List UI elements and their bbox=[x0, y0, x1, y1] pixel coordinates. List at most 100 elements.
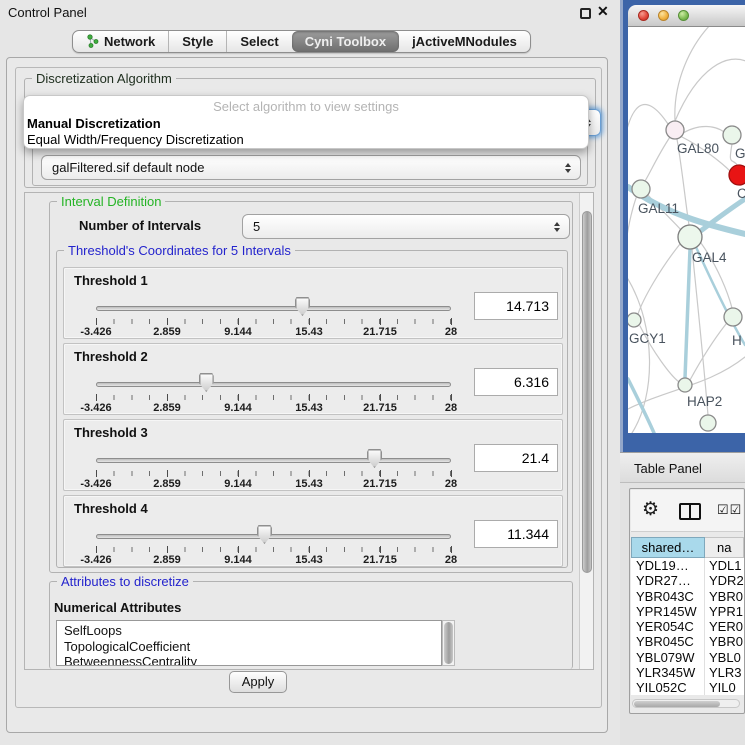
threshold-2-panel: Threshold 2 -3.4262.8599.14415.4321.7152… bbox=[63, 343, 563, 415]
tab-select[interactable]: Select bbox=[226, 31, 291, 52]
cyni-toolbox-panel: Discretization Algorithm Select algorith… bbox=[6, 57, 608, 733]
attribute-list-item[interactable]: TopologicalCoefficient bbox=[64, 639, 441, 655]
slider-track[interactable] bbox=[96, 382, 451, 387]
table-row[interactable]: YBR045CYBR0 bbox=[631, 634, 744, 649]
settings-scrollbar[interactable] bbox=[579, 193, 593, 669]
table-cell[interactable]: YBL0 bbox=[705, 650, 744, 665]
table-horizontal-scrollbar[interactable] bbox=[632, 699, 740, 708]
table-cell[interactable]: YIL052C bbox=[631, 680, 705, 695]
control-panel-window: Control Panel ✕ Network Style Select Cyn… bbox=[0, 0, 620, 745]
gear-icon[interactable]: ⚙ bbox=[642, 498, 659, 521]
network-node-label: G bbox=[735, 146, 745, 161]
columns-icon[interactable] bbox=[679, 503, 701, 520]
table-row[interactable]: YDR27…YDR2 bbox=[631, 573, 744, 588]
network-window-titlebar[interactable] bbox=[628, 5, 745, 27]
slider-track[interactable] bbox=[96, 534, 451, 539]
column-header-shared-name[interactable]: shared… bbox=[631, 537, 705, 558]
float-window-icon[interactable] bbox=[580, 8, 591, 19]
slider-handle[interactable] bbox=[257, 525, 272, 544]
scrollbar-thumb[interactable] bbox=[582, 211, 592, 573]
apply-button[interactable]: Apply bbox=[229, 671, 287, 693]
slider-handle[interactable] bbox=[295, 297, 310, 316]
threshold-2-value-field[interactable]: 6.316 bbox=[474, 368, 558, 396]
network-node[interactable] bbox=[700, 415, 716, 431]
network-node-label: GAL4 bbox=[692, 250, 727, 265]
table-cell[interactable]: YDL1 bbox=[705, 558, 744, 573]
minimize-traffic-light-icon[interactable] bbox=[658, 10, 669, 21]
table-row[interactable]: YDL19…YDL1 bbox=[631, 558, 744, 573]
network-node[interactable] bbox=[678, 225, 702, 249]
tab-jactivemnodules[interactable]: jActiveMNodules bbox=[399, 31, 530, 52]
checkbox-icons[interactable]: ☑☑ bbox=[717, 502, 742, 518]
network-node[interactable] bbox=[724, 308, 742, 326]
table-cell[interactable]: YDL19… bbox=[631, 558, 705, 573]
network-node[interactable] bbox=[678, 378, 692, 392]
network-node[interactable] bbox=[628, 313, 641, 327]
table-row[interactable]: YER054CYER0 bbox=[631, 619, 744, 634]
table-data-combobox[interactable]: galFiltered.sif default node bbox=[41, 155, 581, 180]
number-of-intervals-combobox[interactable]: 5 bbox=[242, 214, 570, 239]
tab-select-label: Select bbox=[240, 34, 278, 49]
table-cell[interactable]: YBR0 bbox=[705, 634, 744, 649]
attribute-list-item[interactable]: SelfLoops bbox=[64, 623, 441, 639]
table-cell[interactable]: YBR045C bbox=[631, 634, 705, 649]
number-of-intervals-value: 5 bbox=[253, 219, 260, 234]
slider-scale-label: 21.715 bbox=[363, 402, 397, 414]
table-cell[interactable]: YLR3 bbox=[705, 665, 744, 680]
scrollbar-thumb[interactable] bbox=[634, 701, 720, 708]
slider-scale-label: 2.859 bbox=[153, 478, 181, 490]
threshold-3-label: Threshold 3 bbox=[74, 425, 148, 440]
table-cell[interactable]: YLR345W bbox=[631, 665, 705, 680]
zoom-traffic-light-icon[interactable] bbox=[678, 10, 689, 21]
attributes-scrollbar[interactable] bbox=[442, 620, 455, 666]
slider-track[interactable] bbox=[96, 458, 451, 463]
network-canvas[interactable]: GAL80GCGAL11GAL4GCY1HHAP2 bbox=[628, 27, 745, 433]
close-traffic-light-icon[interactable] bbox=[638, 10, 649, 21]
tab-cyni-toolbox[interactable]: Cyni Toolbox bbox=[292, 31, 399, 52]
network-node[interactable] bbox=[666, 121, 684, 139]
threshold-1-value-field[interactable]: 14.713 bbox=[474, 292, 558, 320]
table-row[interactable]: YBL079WYBL0 bbox=[631, 650, 744, 665]
algorithm-option-equal-width[interactable]: Equal Width/Frequency Discretization bbox=[24, 132, 588, 148]
algorithm-option-manual[interactable]: Manual Discretization bbox=[24, 116, 588, 132]
table-row[interactable]: YPR145WYPR1 bbox=[631, 604, 744, 619]
table-cell[interactable]: YPR145W bbox=[631, 604, 705, 619]
top-tab-bar: Network Style Select Cyni Toolbox jActiv… bbox=[72, 30, 531, 53]
network-node-label: HAP2 bbox=[687, 394, 722, 409]
attribute-list-item[interactable]: BetweennessCentrality bbox=[64, 654, 441, 666]
table-body[interactable]: YDL19…YDL1YDR27…YDR2YBR043CYBR0YPR145WYP… bbox=[631, 558, 744, 695]
slider-scale-label: 21.715 bbox=[363, 554, 397, 566]
threshold-1-label: Threshold 1 bbox=[74, 273, 148, 288]
slider-handle[interactable] bbox=[199, 373, 214, 392]
threshold-4-value-field[interactable]: 11.344 bbox=[474, 520, 558, 548]
table-cell[interactable]: YDR2 bbox=[705, 573, 744, 588]
network-node[interactable] bbox=[723, 126, 741, 144]
threshold-3-value-field[interactable]: 21.4 bbox=[474, 444, 558, 472]
table-cell[interactable]: YER0 bbox=[705, 619, 744, 634]
table-cell[interactable]: YPR1 bbox=[705, 604, 744, 619]
table-row[interactable]: YIL052CYIL0 bbox=[631, 680, 744, 695]
numerical-attributes-list[interactable]: SelfLoopsTopologicalCoefficientBetweenne… bbox=[56, 620, 442, 666]
slider-handle[interactable] bbox=[367, 449, 382, 468]
table-cell[interactable]: YBR0 bbox=[705, 589, 744, 604]
slider-scale-label: 9.144 bbox=[224, 326, 252, 338]
network-node[interactable] bbox=[632, 180, 650, 198]
tab-network[interactable]: Network bbox=[73, 31, 168, 52]
table-row[interactable]: YLR345WYLR3 bbox=[631, 665, 744, 680]
table-cell[interactable]: YBR043C bbox=[631, 589, 705, 604]
tab-style-label: Style bbox=[182, 34, 213, 49]
tab-style[interactable]: Style bbox=[168, 31, 226, 52]
scrollbar-thumb[interactable] bbox=[444, 622, 453, 664]
table-cell[interactable]: YER054C bbox=[631, 619, 705, 634]
threshold-4-panel: Threshold 4 -3.4262.8599.14415.4321.7152… bbox=[63, 495, 563, 567]
table-row[interactable]: YBR043CYBR0 bbox=[631, 589, 744, 604]
slider-scale-label: -3.426 bbox=[80, 554, 111, 566]
network-node[interactable] bbox=[729, 165, 745, 185]
table-panel-titlebar[interactable]: Table Panel bbox=[620, 452, 745, 483]
close-icon[interactable]: ✕ bbox=[597, 3, 609, 20]
table-cell[interactable]: YDR27… bbox=[631, 573, 705, 588]
table-cell[interactable]: YIL0 bbox=[705, 680, 744, 695]
table-cell[interactable]: YBL079W bbox=[631, 650, 705, 665]
column-header-name[interactable]: na bbox=[705, 537, 744, 558]
slider-track[interactable] bbox=[96, 306, 451, 311]
